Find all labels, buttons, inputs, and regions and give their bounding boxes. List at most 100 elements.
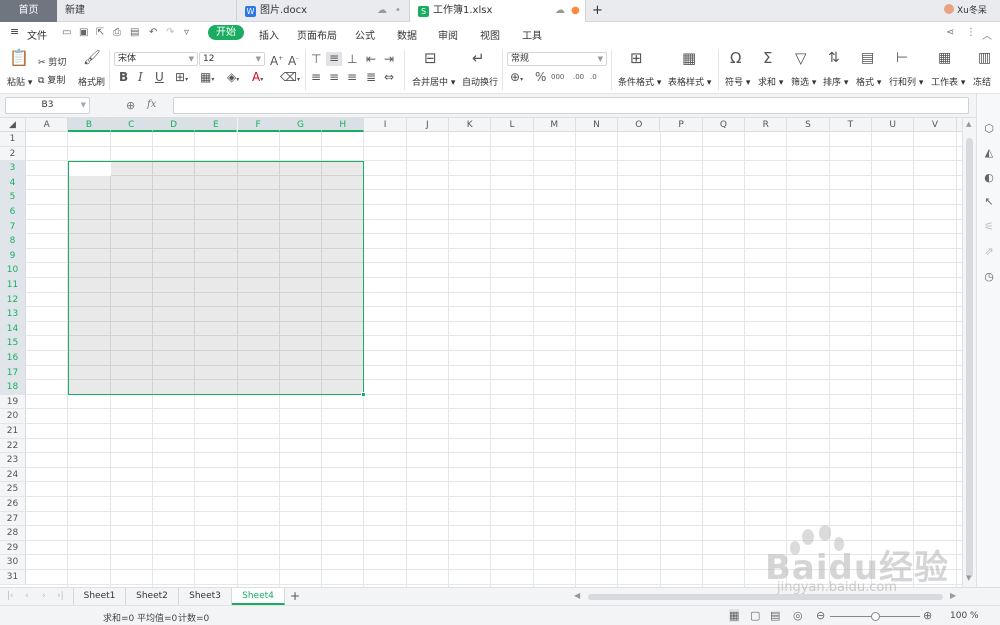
zoom-slider-thumb[interactable] [871, 612, 880, 621]
normal-view-icon[interactable]: ▦ [729, 609, 740, 622]
row-header-26[interactable]: 26 [0, 497, 26, 512]
share-panel-icon[interactable]: ⇗ [982, 245, 996, 258]
unsaved-dot-icon[interactable]: ● [571, 0, 580, 22]
prev-sheet-icon[interactable]: ‹ [25, 591, 29, 601]
row-header-31[interactable]: 31 [0, 570, 26, 585]
row-header-10[interactable]: 10 [0, 263, 26, 278]
row-header-22[interactable]: 22 [0, 438, 26, 454]
column-header-b[interactable]: B [68, 118, 111, 132]
last-sheet-icon[interactable]: ›| [57, 591, 64, 601]
align-center-icon[interactable]: ≡ [329, 71, 339, 83]
cell-style-icon[interactable]: ▦▾ [200, 71, 214, 86]
scroll-thumb[interactable] [966, 138, 973, 578]
active-cell[interactable] [69, 162, 111, 176]
row-header-18[interactable]: 18 [0, 380, 26, 395]
new-tab-button[interactable]: + [592, 0, 606, 22]
column-header-s[interactable]: S [787, 118, 830, 132]
row-header-6[interactable]: 6 [0, 205, 26, 220]
row-header-24[interactable]: 24 [0, 467, 26, 483]
column-header-t[interactable]: T [830, 118, 872, 132]
table-style-button[interactable]: 表格样式 ▾ [668, 75, 711, 88]
horizontal-scroll-thumb[interactable] [588, 594, 943, 600]
font-color-icon[interactable]: A▾ [252, 71, 263, 86]
align-bottom-icon[interactable]: ⊥ [347, 53, 357, 65]
vertical-scrollbar[interactable]: ▲ ▼ [962, 118, 976, 587]
undo-icon[interactable]: ↶ [149, 27, 157, 38]
row-header-15[interactable]: 15 [0, 336, 26, 351]
worksheet-button[interactable]: 工作表 ▾ [931, 75, 965, 88]
number-format-select[interactable]: 常规 ▼ [507, 52, 607, 66]
select-all-corner[interactable]: ◢ [0, 118, 26, 132]
zoom-out-icon[interactable]: ⊖ [816, 609, 825, 622]
increase-font-icon[interactable]: A+ [270, 53, 283, 67]
more-icon[interactable]: ⋮ [966, 27, 976, 38]
scroll-up-icon[interactable]: ▲ [966, 120, 971, 128]
column-header-a[interactable]: A [26, 118, 69, 132]
spreadsheet-grid[interactable]: 1 2 3 4 5 6 7 8 9 10 11 12 13 14 15 16 17 18 19 20 21 22 23 24 2… [0, 118, 962, 587]
tab-tools[interactable]: 工具 [522, 27, 542, 42]
worksheet-icon[interactable]: ▦ [938, 51, 951, 65]
column-header-l[interactable]: L [491, 118, 534, 132]
row-header-23[interactable]: 23 [0, 453, 26, 468]
column-header-m[interactable]: M [534, 118, 576, 132]
tab-doc-close-icon[interactable]: • [395, 0, 401, 22]
increase-indent-icon[interactable]: ⇥ [384, 53, 394, 65]
row-header-4[interactable]: 4 [0, 175, 26, 191]
sum-button[interactable]: 求和 ▾ [758, 75, 783, 88]
row-header-21[interactable]: 21 [0, 424, 26, 439]
tab-review[interactable]: 审阅 [438, 27, 458, 42]
bold-button[interactable]: B [119, 71, 128, 83]
column-header-h[interactable]: H [322, 118, 365, 132]
auto-wrap-button[interactable]: 自动换行 [462, 75, 498, 88]
decrease-decimal-icon[interactable]: .0 [590, 71, 597, 83]
sheet-tab-1[interactable]: Sheet1 [73, 588, 126, 605]
row-header-3[interactable]: 3 [0, 161, 26, 176]
row-header-27[interactable]: 27 [0, 511, 26, 527]
row-col-button[interactable]: 行和列 ▾ [889, 75, 923, 88]
tab-new[interactable]: 新建 [57, 0, 235, 22]
zoom-level[interactable]: 100 % [950, 611, 979, 621]
column-header-o[interactable]: O [618, 118, 661, 132]
sort-icon[interactable]: ⇅ [828, 51, 840, 65]
sort-button[interactable]: 排序 ▾ [823, 75, 848, 88]
column-header-q[interactable]: Q [703, 118, 746, 132]
column-header-c[interactable]: C [110, 118, 153, 132]
column-header-n[interactable]: N [576, 118, 619, 132]
row-header-8[interactable]: 8 [0, 234, 26, 249]
align-right-icon[interactable]: ≡ [347, 71, 357, 83]
borders-icon[interactable]: ⊞▾ [175, 71, 188, 86]
redo-icon[interactable]: ↷ [166, 27, 174, 38]
row-header-5[interactable]: 5 [0, 190, 26, 205]
filter-icon[interactable]: ▽ [795, 51, 807, 66]
row-header-28[interactable]: 28 [0, 526, 26, 541]
clear-format-icon[interactable]: ⌫▾ [280, 71, 300, 86]
increase-decimal-icon[interactable]: .00 [573, 71, 584, 83]
name-box[interactable]: B3 ▼ [5, 97, 90, 114]
paste-button[interactable]: 粘贴 ▾ [7, 75, 32, 88]
conditional-format-button[interactable]: 条件格式 ▾ [618, 75, 661, 88]
fx-icon[interactable]: fx [147, 99, 156, 110]
scroll-left-icon[interactable]: ◀ [574, 591, 580, 600]
tab-formula[interactable]: 公式 [355, 27, 375, 42]
distribute-icon[interactable]: ⇔ [384, 71, 394, 83]
row-header-16[interactable]: 16 [0, 351, 26, 366]
align-middle-icon[interactable]: ≡ [326, 52, 342, 66]
thousands-icon[interactable]: 000 [551, 71, 564, 83]
sheet-tab-3[interactable]: Sheet3 [179, 588, 232, 605]
format-painter-button[interactable]: 格式刷 [78, 75, 105, 88]
menu-file[interactable]: 文件 [27, 27, 47, 42]
freeze-button[interactable]: 冻结 [973, 75, 991, 88]
print-preview-icon[interactable]: ▤ [130, 27, 139, 38]
sheet-tab-2[interactable]: Sheet2 [126, 588, 179, 605]
tab-page-layout[interactable]: 页面布局 [297, 27, 337, 42]
scroll-down-icon[interactable]: ▼ [966, 574, 971, 582]
fill-color-icon[interactable]: ◈▾ [227, 71, 239, 86]
row-col-icon[interactable]: ⊢ [896, 51, 908, 65]
column-header-k[interactable]: K [449, 118, 492, 132]
symbol-icon[interactable]: Ω [730, 51, 741, 66]
print-icon[interactable]: ⎙ [113, 27, 121, 38]
merge-center-icon[interactable]: ⊟ [424, 51, 437, 66]
scroll-right-icon[interactable]: ▶ [950, 591, 956, 600]
fill-handle[interactable] [361, 391, 367, 397]
export-icon[interactable]: ⇱ [96, 27, 104, 38]
